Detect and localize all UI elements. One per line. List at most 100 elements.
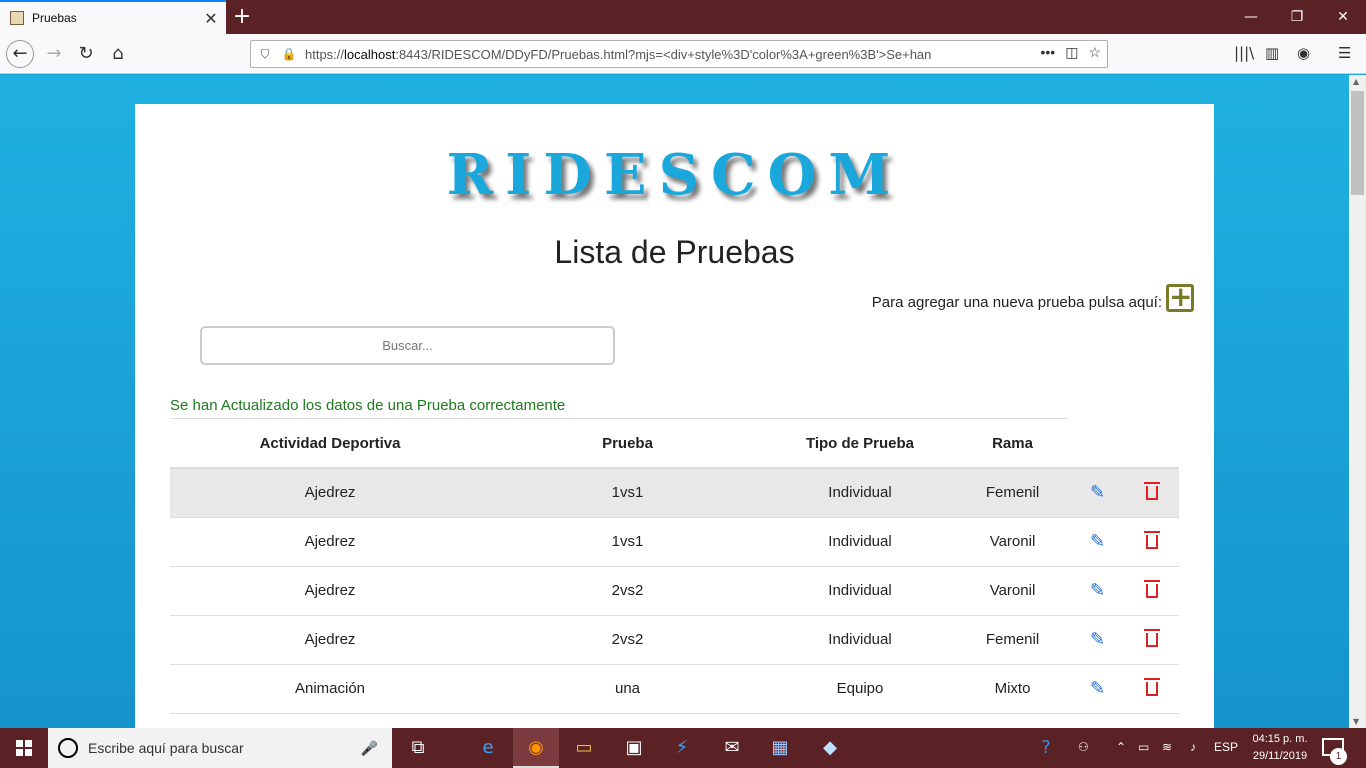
header-delete [1125, 419, 1179, 469]
pocket-icon[interactable]: ◫ [1065, 44, 1078, 61]
task-view-icon[interactable]: ⧉ [404, 734, 432, 762]
bookmark-star-icon[interactable]: ☆ [1088, 44, 1101, 61]
trash-icon[interactable] [1144, 481, 1160, 500]
start-button[interactable] [0, 728, 48, 768]
workbench-icon[interactable]: ▦ [766, 734, 794, 762]
brand-logo: RIDESCOM [446, 142, 903, 208]
tab-close-icon[interactable]: ✕ [196, 9, 226, 28]
cell-tipo: Individual [765, 566, 955, 616]
volume-icon[interactable]: ♪ [1190, 740, 1196, 754]
trash-icon[interactable] [1144, 579, 1160, 598]
menu-icon[interactable]: ☰ [1338, 44, 1351, 62]
trash-icon[interactable] [1144, 677, 1160, 696]
cell-prueba: una [490, 664, 765, 714]
cell-actividad: Ajedrez [170, 517, 490, 567]
pruebas-table: Actividad Deportiva Prueba Tipo de Prueb… [170, 419, 1179, 714]
people-icon[interactable]: ⚇ [1078, 740, 1089, 754]
tray-chevron-icon[interactable]: ⌃ [1116, 740, 1126, 754]
home-icon[interactable]: ⌂ [104, 40, 132, 68]
content-card: RIDESCOM Lista de Pruebas Para agregar u… [135, 104, 1214, 728]
header-edit [1070, 419, 1125, 469]
search-input[interactable] [200, 326, 615, 365]
account-icon[interactable]: ◉ [1297, 44, 1310, 62]
trash-icon[interactable] [1144, 530, 1160, 549]
cell-actividad: Ajedrez [170, 615, 490, 665]
add-instruction: Para agregar una nueva prueba pulsa aquí… [871, 294, 1162, 311]
edit-icon[interactable]: ✎ [1090, 531, 1105, 551]
cell-tipo: Individual [765, 615, 955, 665]
wifi-icon[interactable]: ≋ [1162, 740, 1172, 754]
table-header-row: Actividad Deportiva Prueba Tipo de Prueb… [170, 419, 1179, 469]
microphone-icon[interactable]: 🎤 [361, 740, 378, 757]
mail-icon[interactable]: ✉ [718, 734, 746, 762]
clock-time: 04:15 p. m. [1252, 733, 1308, 745]
scrollbar-thumb[interactable] [1351, 91, 1364, 195]
help-icon[interactable]: ? [1032, 734, 1060, 762]
notification-badge: 1 [1330, 748, 1347, 765]
clock-date: 29/11/2019 [1252, 750, 1308, 762]
back-arrow-icon[interactable]: ← [6, 40, 34, 68]
battery-icon[interactable]: ▭ [1138, 740, 1149, 754]
taskbar-search-placeholder: Escribe aquí para buscar [88, 740, 244, 756]
system-clock[interactable]: 04:15 p. m. 29/11/2019 [1240, 731, 1320, 765]
minimize-button[interactable]: — [1228, 0, 1274, 34]
edit-icon[interactable]: ✎ [1090, 629, 1105, 649]
table-row: Ajedrez 2vs2 Individual Varonil ✎ [170, 566, 1179, 616]
file-explorer-icon[interactable]: ▭ [570, 734, 598, 762]
table-row: Animación una Equipo Mixto ✎ [170, 664, 1179, 714]
firefox-icon[interactable]: ◉ [522, 734, 550, 762]
cell-prueba: 2vs2 [490, 566, 765, 616]
edit-icon[interactable]: ✎ [1090, 678, 1105, 698]
tab-title: Pruebas [32, 11, 77, 25]
header-prueba: Prueba [490, 419, 765, 469]
vertical-scrollbar[interactable]: ▲ ▼ [1349, 75, 1366, 728]
tab-pruebas[interactable]: Pruebas ✕ [0, 0, 226, 34]
page-title: Lista de Pruebas [554, 234, 795, 270]
lock-warning-icon[interactable]: 🔒 [279, 47, 299, 61]
header-actividad: Actividad Deportiva [170, 419, 490, 469]
table-row: Ajedrez 1vs1 Individual Varonil ✎ [170, 517, 1179, 567]
page-favicon-icon [10, 11, 24, 25]
table-row: Ajedrez 1vs1 Individual Femenil ✎ [170, 468, 1179, 518]
cell-rama: Varonil [955, 566, 1070, 616]
reload-icon[interactable]: ↻ [72, 40, 100, 68]
cell-actividad: Ajedrez [170, 468, 490, 518]
cell-actividad: Ajedrez [170, 566, 490, 616]
library-icon[interactable]: |||\ [1234, 44, 1254, 62]
taskbar-search-box[interactable]: Escribe aquí para buscar 🎤 [48, 728, 392, 768]
language-indicator[interactable]: ESP [1214, 740, 1238, 754]
cell-prueba: 1vs1 [490, 468, 765, 518]
virtualbox-icon[interactable]: ◆ [816, 734, 844, 762]
edge-icon[interactable]: e [474, 734, 502, 762]
trash-icon[interactable] [1144, 628, 1160, 647]
close-window-button[interactable]: ✕ [1320, 0, 1366, 34]
cortana-icon [58, 738, 78, 758]
cell-rama: Mixto [955, 664, 1070, 714]
cell-rama: Femenil [955, 468, 1070, 518]
scroll-down-icon[interactable]: ▼ [1353, 717, 1359, 726]
shield-icon[interactable]: ⛉ [255, 47, 275, 62]
add-prueba-button[interactable]: + [1166, 283, 1194, 312]
browser-titlebar: Pruebas ✕ + — ❐ ✕ [0, 0, 1366, 34]
edit-icon[interactable]: ✎ [1090, 482, 1105, 502]
header-rama: Rama [955, 419, 1070, 469]
store-icon[interactable]: ▣ [620, 734, 648, 762]
url-text[interactable]: https://localhost:8443/RIDESCOM/DDyFD/Pr… [305, 47, 995, 62]
scroll-up-icon[interactable]: ▲ [1353, 77, 1359, 86]
sidebar-icon[interactable]: ▥ [1265, 44, 1279, 62]
new-tab-button[interactable]: + [230, 4, 254, 30]
page-viewport: RIDESCOM Lista de Pruebas Para agregar u… [0, 75, 1349, 728]
table-row: Ajedrez 2vs2 Individual Femenil ✎ [170, 615, 1179, 665]
forward-arrow-icon[interactable]: → [40, 40, 68, 68]
edit-icon[interactable]: ✎ [1090, 580, 1105, 600]
success-message: Se han Actualizado los datos de una Prue… [170, 397, 566, 414]
page-actions-icon[interactable]: ••• [1040, 44, 1055, 61]
cell-tipo: Equipo [765, 664, 955, 714]
cell-rama: Femenil [955, 615, 1070, 665]
address-bar[interactable]: ⛉ 🔒 https://localhost:8443/RIDESCOM/DDyF… [250, 40, 1108, 68]
cell-prueba: 1vs1 [490, 517, 765, 567]
browser-navbar: ← → ↻ ⌂ ⛉ 🔒 https://localhost:8443/RIDES… [0, 34, 1366, 74]
visual-studio-code-icon[interactable]: ⚡ [668, 734, 696, 762]
cell-tipo: Individual [765, 468, 955, 518]
restore-button[interactable]: ❐ [1274, 0, 1320, 34]
